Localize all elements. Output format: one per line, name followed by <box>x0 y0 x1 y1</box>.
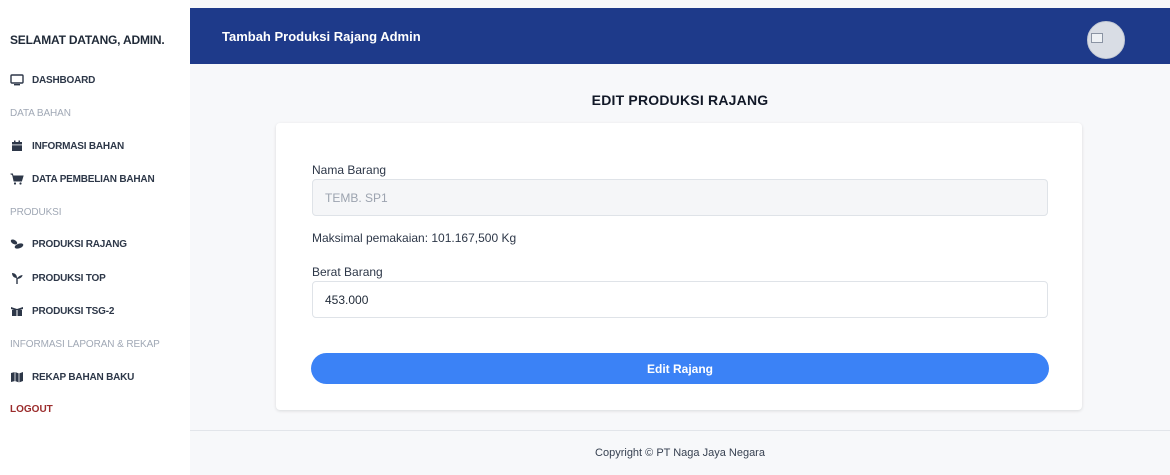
edit-form-card: Nama Barang Maksimal pemakaian: 101.167,… <box>276 123 1082 410</box>
sidebar-item-rekap-bahan-baku[interactable]: REKAP BAHAN BAKU <box>10 371 134 383</box>
calendar-icon <box>10 140 24 152</box>
berat-barang-input[interactable] <box>312 281 1048 318</box>
top-navbar: Tambah Produksi Rajang Admin <box>190 8 1170 64</box>
sidebar-item-data-pembelian-bahan[interactable]: DATA PEMBELIAN BAHAN <box>10 173 155 185</box>
monitor-icon <box>10 74 24 86</box>
nama-barang-label: Nama Barang <box>312 163 387 177</box>
sidebar-heading-produksi: PRODUKSI <box>10 207 62 218</box>
sidebar-item-produksi-rajang[interactable]: PRODUKSI RAJANG <box>10 238 127 250</box>
leaves-icon <box>10 238 24 250</box>
logout-link[interactable]: LOGOUT <box>10 404 53 415</box>
max-usage-info: Maksimal pemakaian: 101.167,500 Kg <box>312 231 517 245</box>
seedling-icon <box>10 272 24 284</box>
page-title: EDIT PRODUKSI RAJANG <box>591 92 769 108</box>
copyright-text: Copyright © PT Naga Jaya Negara <box>595 447 765 459</box>
berat-barang-label: Berat Barang <box>312 265 383 279</box>
app-layout: SELAMAT DATANG, ADMIN. DASHBOARD DATA BA… <box>0 0 1170 475</box>
footer: Copyright © PT Naga Jaya Negara <box>190 430 1170 475</box>
sidebar-item-informasi-bahan[interactable]: INFORMASI BAHAN <box>10 140 124 152</box>
sidebar-heading-laporan: INFORMASI LAPORAN & REKAP <box>10 339 160 350</box>
sidebar-item-label: REKAP BAHAN BAKU <box>32 371 135 383</box>
edit-rajang-button[interactable]: Edit Rajang <box>311 353 1049 384</box>
sidebar: SELAMAT DATANG, ADMIN. DASHBOARD DATA BA… <box>0 0 190 475</box>
map-icon <box>10 371 24 383</box>
sidebar-item-produksi-top[interactable]: PRODUKSI TOP <box>10 272 106 284</box>
sidebar-greeting: SELAMAT DATANG, ADMIN. <box>10 33 165 47</box>
nama-barang-input[interactable] <box>312 179 1048 216</box>
sidebar-item-label: DASHBOARD <box>32 74 96 86</box>
cart-icon <box>10 173 24 185</box>
avatar[interactable] <box>1087 21 1125 59</box>
sidebar-item-label: DATA PEMBELIAN BAHAN <box>32 173 155 185</box>
main-content: Tambah Produksi Rajang Admin EDIT PRODUK… <box>190 0 1170 475</box>
navbar-title: Tambah Produksi Rajang Admin <box>222 28 421 44</box>
sidebar-item-dashboard[interactable]: DASHBOARD <box>10 74 95 86</box>
box-open-icon <box>10 305 24 317</box>
broken-image-icon <box>1091 33 1103 43</box>
sidebar-item-label: PRODUKSI RAJANG <box>32 238 127 250</box>
sidebar-item-produksi-tsg-2[interactable]: PRODUKSI TSG-2 <box>10 305 114 317</box>
sidebar-heading-data-bahan: DATA BAHAN <box>10 108 71 119</box>
sidebar-item-label: PRODUKSI TOP <box>32 272 106 284</box>
sidebar-item-label: INFORMASI BAHAN <box>32 140 124 152</box>
sidebar-item-label: PRODUKSI TSG-2 <box>32 305 115 317</box>
